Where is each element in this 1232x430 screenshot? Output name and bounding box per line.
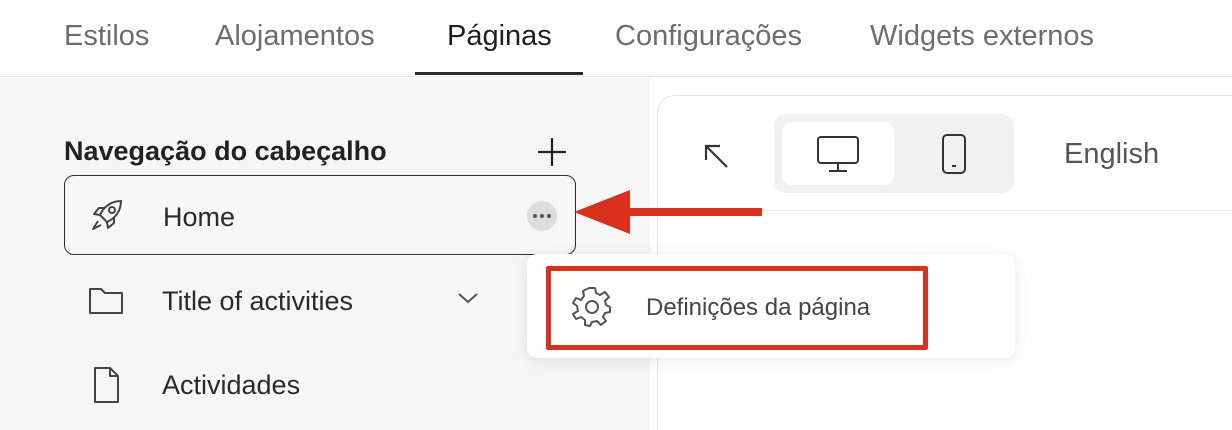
plus-icon [538,138,566,166]
more-dot [540,214,544,218]
more-dot [533,214,537,218]
annotation-arrow-icon [574,190,762,234]
more-dot [547,214,551,218]
desktop-view-button[interactable] [782,122,894,185]
folder-icon [84,278,128,322]
nav-item-label: Home [163,202,236,232]
mobile-view-button[interactable] [902,122,1006,185]
tab-paginas[interactable]: Páginas [447,20,552,53]
arrow-up-left-icon [704,144,728,168]
add-page-button[interactable] [530,132,574,172]
annotation-highlight-box [546,266,928,350]
tab-alojamentos[interactable]: Alojamentos [215,20,375,53]
chevron-down-icon[interactable] [456,286,480,310]
nav-item-home[interactable]: Home [64,175,576,255]
nav-heading: Navegação do cabeçalho [64,136,387,166]
active-tab-indicator [415,72,583,75]
device-toggle [774,114,1014,193]
language-selector[interactable]: English [1064,138,1159,171]
collapse-button[interactable] [696,136,736,176]
tab-widgets-externos[interactable]: Widgets externos [870,20,1094,53]
page-icon [84,362,128,406]
nav-item-actividades[interactable]: Actividades [64,344,576,424]
tab-configuracoes[interactable]: Configurações [615,20,802,53]
more-options-button[interactable] [527,201,557,231]
mobile-icon [942,133,966,174]
desktop-icon [817,135,859,172]
top-tabs: Estilos Alojamentos Páginas Configuraçõe… [0,0,1232,77]
tab-estilos[interactable]: Estilos [64,20,149,53]
rocket-icon [85,194,129,238]
nav-item-label: Title of activities [162,286,354,316]
nav-item-title-of-activities[interactable]: Title of activities [64,260,576,340]
nav-item-label: Actividades [162,370,301,400]
